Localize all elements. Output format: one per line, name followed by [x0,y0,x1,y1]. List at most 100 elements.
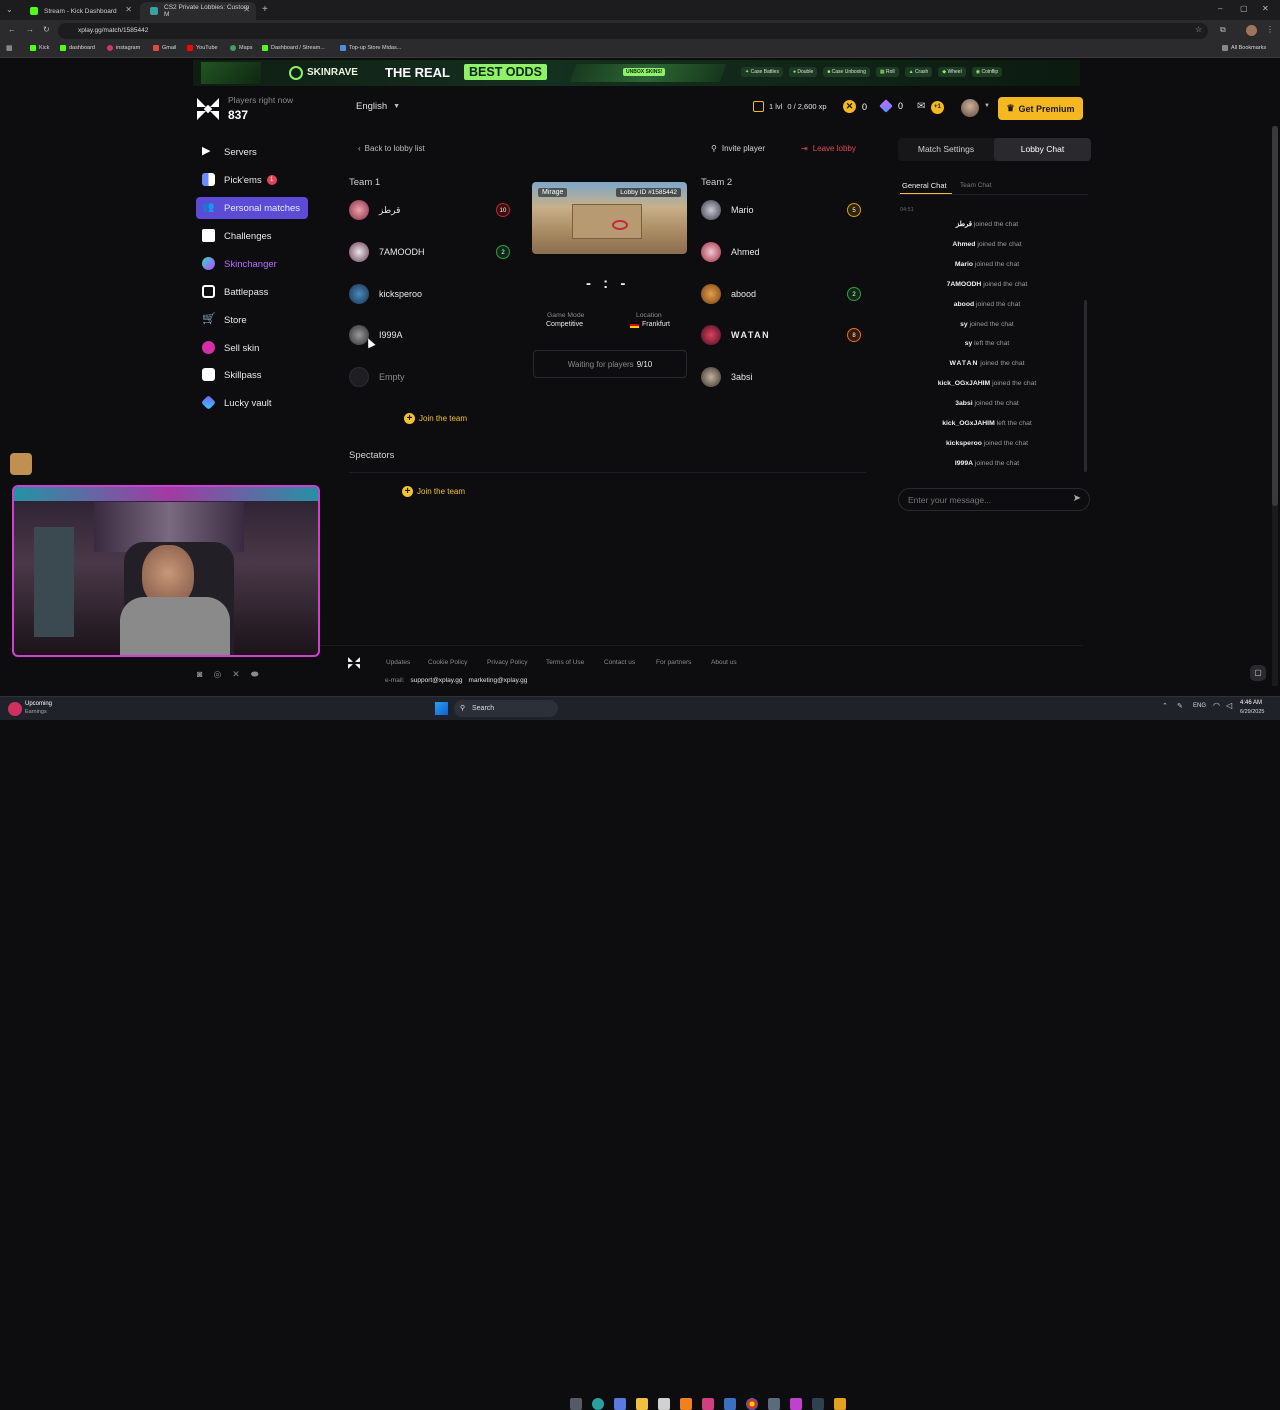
sidebar-item-skillpass[interactable]: Skillpass [196,364,308,386]
steam-icon[interactable]: ⬬ [251,669,259,680]
weather-sub[interactable]: Earnings [25,709,47,715]
banner-game-chip[interactable]: ▲ Crash [904,67,933,77]
apps-grid-icon[interactable]: ▦ [6,44,13,52]
invite-player-button[interactable]: ⚲ Invite player [711,144,765,153]
coins-balance[interactable]: ✕ 0 [843,100,867,113]
support-chat-icon[interactable]: ▢ [1250,665,1266,681]
tab-list-icon[interactable]: ⌄ [6,5,13,14]
clock-date[interactable]: 6/29/2025 [1240,709,1264,715]
mail-icon[interactable]: ✉ [917,101,925,112]
team2-player[interactable]: Mario [701,198,754,222]
chat-user-name[interactable]: kick_OGxJAHIM [938,380,991,387]
tray-chevron-icon[interactable]: ⌃ [1162,702,1168,710]
banner-game-chip[interactable]: ▦ Roll [875,67,899,77]
gems-balance[interactable]: 0 [879,99,903,113]
sidebar-item-personal-matches[interactable]: 👥 Personal matches [196,197,308,219]
sidebar-item-lucky-vault[interactable]: Lucky vault [196,392,308,414]
sidebar-item-battlepass[interactable]: Battlepass [196,281,308,303]
profile-avatar[interactable] [1246,25,1257,36]
leave-lobby-button[interactable]: ⇥ Leave lobby [801,144,856,153]
chrome-menu-icon[interactable]: ⋮ [1266,25,1274,34]
chat-user-name[interactable]: I999A [955,460,973,467]
user-avatar[interactable] [961,99,979,117]
app-icon[interactable] [768,1398,780,1410]
chevron-down-icon[interactable]: ▼ [984,103,990,109]
browser-tab-xplay[interactable]: CS2 Private Lobbies: Custom M ✕ [140,2,256,20]
taskbar-search[interactable]: ⚲ Search [454,700,558,717]
footer-link-cookie-policy[interactable]: Cookie Policy [428,659,467,666]
tray-icon[interactable]: ✎ [1177,702,1183,710]
chat-user-name[interactable]: sy [965,340,973,347]
sidebar-item-sell-skin[interactable]: Sell skin [196,337,308,359]
chat-user-name[interactable]: sy [960,321,968,328]
sidebar-item-challenges[interactable]: Challenges [196,225,308,247]
promo-banner[interactable]: SKINRAVE THE REAL BEST ODDS UNBOX SKINS!… [193,60,1080,86]
team2-player[interactable]: 3absi [701,365,753,389]
app-icon[interactable] [724,1398,736,1410]
tab-lobby-chat[interactable]: Lobby Chat [994,138,1091,161]
team1-empty-slot[interactable]: Empty [349,365,405,389]
banner-game-chip[interactable]: ● Double [788,67,818,77]
all-bookmarks[interactable]: All Bookmarks [1222,45,1266,51]
app-icon[interactable] [702,1398,714,1410]
task-view-icon[interactable] [570,1398,582,1410]
team1-player[interactable]: I999A [349,323,403,347]
team2-player[interactable]: Ahmed [701,240,760,264]
chat-user-name[interactable]: Mario [955,261,973,268]
bookmark-instagram[interactable]: instagram [107,45,140,51]
get-premium-button[interactable]: ♛ Get Premium [998,97,1083,120]
app-icon[interactable] [680,1398,692,1410]
bookmark-midas[interactable]: Top-up Store Midas... [340,45,401,51]
join-team1-button[interactable]: + Join the team [404,413,467,424]
footer-link-privacy-policy[interactable]: Privacy Policy [487,659,527,666]
support-email-link[interactable]: support@xplay.gg [411,677,463,684]
wifi-icon[interactable]: ◠ [1213,701,1220,710]
discord-icon[interactable]: ◙ [197,669,202,680]
chat-message-input[interactable] [908,493,1068,507]
chat-user-name[interactable]: abood [954,301,974,308]
bookmark-maps[interactable]: Maps [230,45,252,51]
xplay-footer-logo-icon[interactable] [347,656,361,670]
bookmark-dashboard[interactable]: dashboard [60,45,95,51]
bookmark-dashboard-stream[interactable]: Dashboard / Stream... [262,45,325,51]
send-icon[interactable]: ➤ [1073,493,1081,504]
extensions-icon[interactable]: ⧉ [1220,25,1226,35]
scrollbar-thumb[interactable] [1272,126,1278,506]
bookmark-youtube[interactable]: YouTube [187,45,218,51]
weather-title[interactable]: Upcoming [25,701,52,707]
page-scrollbar[interactable] [1272,126,1278,686]
xplay-logo-icon[interactable] [195,96,221,122]
close-tab-icon[interactable]: ✕ [243,5,250,14]
bookmark-kick[interactable]: Kick [30,45,49,51]
tab-team-chat[interactable]: Team Chat [960,182,991,189]
footer-link-about[interactable]: About us [711,659,737,666]
sidebar-item-servers[interactable]: ▶ Servers [196,141,308,163]
team1-player[interactable]: kicksperoo [349,282,422,306]
store-icon[interactable] [658,1398,670,1410]
team2-player[interactable]: abood [701,282,756,306]
banner-game-chip[interactable]: ◆ Wheel [938,67,966,77]
bookmark-gmail[interactable]: Gmail [153,45,176,51]
chat-user-name[interactable]: Ahmed [952,241,975,248]
chat-user-name[interactable]: 3absi [955,400,972,407]
app-icon[interactable] [790,1398,802,1410]
volume-icon[interactable]: ◁ [1226,701,1232,710]
back-to-lobby-list-link[interactable]: ‹ Back to lobby list [358,144,425,153]
browser-tab-kick[interactable]: Stream - Kick Dashboard ✕ [20,2,138,20]
banner-game-chip[interactable]: ✦ Case Battles [741,67,783,77]
minimize-icon[interactable]: – [1218,4,1222,13]
team2-player[interactable]: WATAN [701,323,770,347]
banner-game-chip[interactable]: ■ Case Unboxing [823,67,870,77]
marketing-email-link[interactable]: marketing@xplay.gg [469,677,528,684]
chat-scrollbar[interactable] [1084,300,1087,472]
sidebar-item-pickems[interactable]: Pick'ems 1 [196,169,308,191]
back-icon[interactable]: ← [8,25,16,34]
steam-icon[interactable] [812,1398,824,1410]
language-indicator[interactable]: ENG [1193,703,1206,709]
url-input[interactable]: xplay.gg/match/1585442 [58,23,1208,39]
chat-user-name[interactable]: kick_OGxJAHIM [942,420,995,427]
app-icon[interactable] [834,1398,846,1410]
bookmark-star-icon[interactable]: ☆ [1195,25,1202,34]
new-tab-icon[interactable]: + [262,4,268,15]
sidebar-item-skinchanger[interactable]: Skinchanger [196,253,308,275]
